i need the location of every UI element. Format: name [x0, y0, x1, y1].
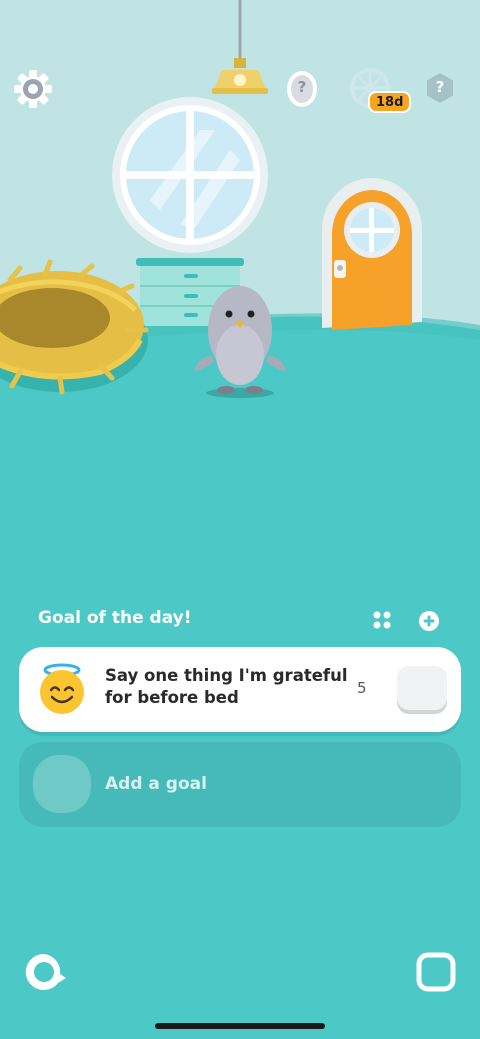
smiling-face-with-halo-icon — [40, 663, 84, 714]
square-button[interactable] — [416, 952, 456, 992]
egg-question-mark: ? — [297, 78, 307, 96]
square-icon — [416, 952, 456, 992]
mystery-egg-button[interactable]: ? — [286, 68, 318, 108]
plus-circle-icon — [419, 611, 439, 631]
chat-bubble-icon — [25, 953, 66, 990]
gear-icon — [14, 70, 52, 108]
goals-title: Goal of the day! — [38, 608, 192, 628]
goal-label: Say one thing I'm grateful for before be… — [105, 666, 348, 707]
door — [322, 178, 422, 330]
streak-badge: 18d — [368, 91, 412, 113]
add-goal-label: Add a goal — [105, 774, 207, 794]
chat-button[interactable] — [22, 950, 68, 994]
help-button[interactable]: ? — [424, 72, 456, 104]
round-window — [112, 97, 268, 253]
add-goal-card[interactable]: Add a goal — [19, 742, 461, 827]
settings-button[interactable] — [12, 68, 54, 110]
goal-complete-checkbox[interactable] — [397, 666, 447, 710]
add-goal-header-button[interactable] — [418, 610, 440, 632]
goal-card[interactable]: Say one thing I'm grateful for before be… — [19, 647, 461, 732]
grid-icon — [373, 611, 391, 629]
grid-view-button[interactable] — [372, 610, 392, 630]
home-indicator — [155, 1023, 325, 1029]
top-bar: ? 18d ? — [0, 0, 480, 120]
help-question-mark: ? — [435, 78, 445, 96]
goals-header: Goal of the day! — [38, 606, 448, 634]
add-goal-placeholder-icon — [33, 755, 91, 813]
goal-count: 5 — [357, 679, 367, 697]
